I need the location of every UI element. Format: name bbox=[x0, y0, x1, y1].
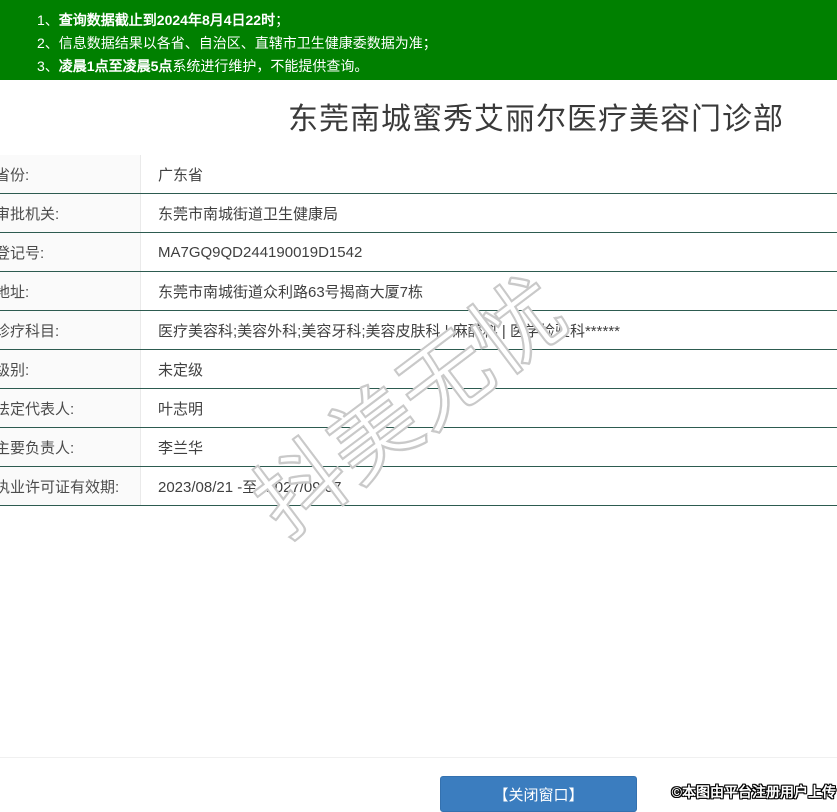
upload-credit-note: ©本图由平台注册用户上传 bbox=[671, 784, 836, 800]
table-row-registration-number: 登记号: MA7GQ9QD244190019D1542 bbox=[0, 233, 837, 272]
table-row-treatment-subjects: 诊疗科目: 医疗美容科;美容外科;美容牙科;美容皮肤科 | 麻醉科 | 医学检验… bbox=[0, 311, 837, 350]
table-row-level: 级别: 未定级 bbox=[0, 350, 837, 389]
table-row-main-person-in-charge: 主要负责人: 李兰华 bbox=[0, 428, 837, 467]
notice-2-number: 2、 bbox=[37, 35, 59, 51]
field-label: 诊疗科目: bbox=[0, 311, 141, 349]
table-row-legal-representative: 法定代表人: 叶志明 bbox=[0, 389, 837, 428]
notice-line-3: 3、凌晨1点至凌晨5点系统进行维护，不能提供查询。 bbox=[37, 55, 827, 78]
notice-3-text: 系统进行维护，不能提供查询。 bbox=[172, 58, 369, 74]
field-label: 法定代表人: bbox=[0, 389, 141, 427]
field-label: 审批机关: bbox=[0, 194, 141, 232]
field-value: 东莞市南城街道卫生健康局 bbox=[158, 205, 339, 223]
close-window-button[interactable]: 【关闭窗口】 bbox=[440, 776, 637, 812]
field-label: 省份: bbox=[0, 155, 141, 193]
field-value: 2023/08/21 -至- 2027/09/07 bbox=[158, 478, 342, 496]
field-value: 医疗美容科;美容外科;美容牙科;美容皮肤科 | 麻醉科 | 医学检验科*****… bbox=[158, 322, 620, 340]
notice-bar: 1、查询数据截止到2024年8月4日22时； 2、信息数据结果以各省、自治区、直… bbox=[0, 0, 837, 80]
institution-info-table: 省份: 广东省 审批机关: 东莞市南城街道卫生健康局 登记号: MA7GQ9QD… bbox=[0, 155, 837, 506]
table-row-approval-authority: 审批机关: 东莞市南城街道卫生健康局 bbox=[0, 194, 837, 233]
notice-3-bold-text: 凌晨1点至凌晨5点 bbox=[58, 58, 173, 74]
field-value: 李兰华 bbox=[158, 439, 204, 457]
field-value: 叶志明 bbox=[158, 400, 204, 418]
field-label: 级别: bbox=[0, 350, 141, 388]
field-label: 主要负责人: bbox=[0, 428, 141, 466]
field-value: 广东省 bbox=[158, 166, 204, 184]
table-row-province: 省份: 广东省 bbox=[0, 155, 837, 194]
footer-divider bbox=[0, 757, 837, 758]
title-row: 东莞南城蜜秀艾丽尔医疗美容门诊部 bbox=[235, 80, 837, 138]
notice-1-text: ； bbox=[275, 12, 290, 28]
field-label: 登记号: bbox=[0, 233, 141, 271]
notice-line-2: 2、信息数据结果以各省、自治区、直辖市卫生健康委数据为准； bbox=[37, 32, 827, 55]
page-title: 东莞南城蜜秀艾丽尔医疗美容门诊部 bbox=[288, 103, 784, 136]
notice-1-number: 1、 bbox=[37, 12, 59, 28]
field-label: 地址: bbox=[0, 272, 141, 310]
field-value: 未定级 bbox=[158, 361, 204, 379]
table-row-license-validity: 执业许可证有效期: 2023/08/21 -至- 2027/09/07 bbox=[0, 467, 837, 506]
notice-1-bold-text: 查询数据截止到2024年8月4日22时 bbox=[58, 12, 276, 28]
notice-line-1: 1、查询数据截止到2024年8月4日22时； bbox=[37, 9, 827, 32]
table-row-address: 地址: 东莞市南城街道众利路63号揭商大厦7栋 bbox=[0, 272, 837, 311]
notice-3-number: 3、 bbox=[37, 58, 59, 74]
notice-2-text: 信息数据结果以各省、自治区、直辖市卫生健康委数据为准； bbox=[58, 35, 437, 51]
field-value: MA7GQ9QD244190019D1542 bbox=[158, 243, 363, 261]
field-label: 执业许可证有效期: bbox=[0, 467, 141, 505]
field-value: 东莞市南城街道众利路63号揭商大厦7栋 bbox=[158, 283, 424, 301]
